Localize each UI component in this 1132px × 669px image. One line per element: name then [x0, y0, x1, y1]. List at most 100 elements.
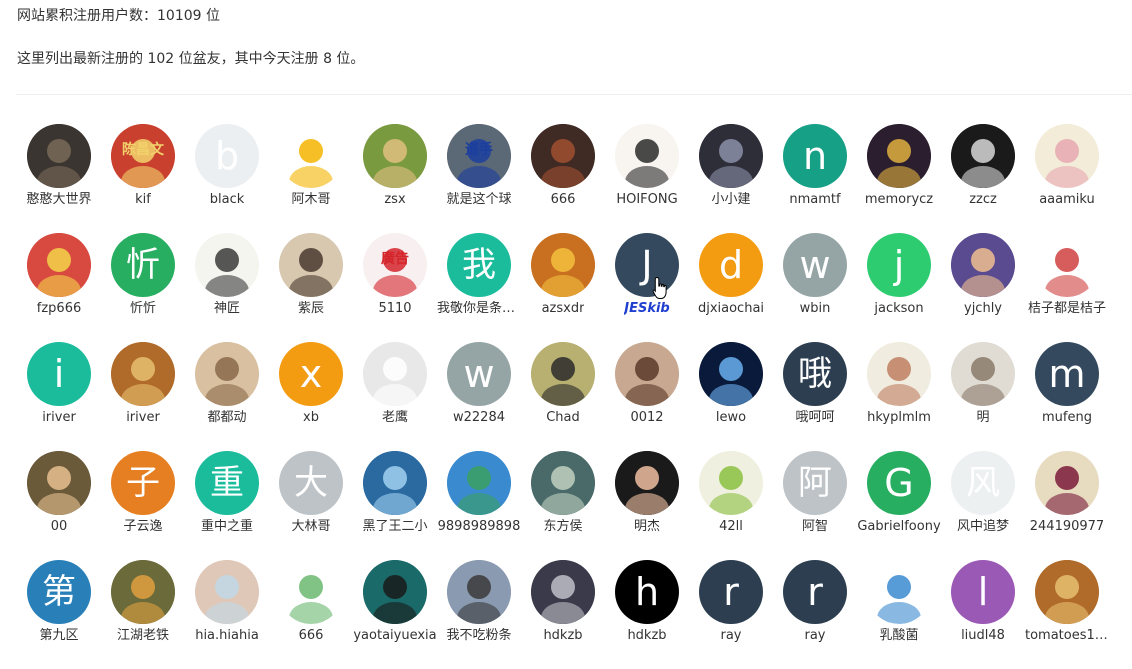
user-card[interactable]: tomatoes1234 — [1025, 560, 1109, 669]
user-avatar[interactable] — [951, 342, 1015, 406]
user-card[interactable]: 哦哦呵呵 — [773, 342, 857, 451]
user-card[interactable]: 神匠 — [185, 233, 269, 342]
user-avatar[interactable]: G — [867, 451, 931, 515]
user-card[interactable]: 廣告 5110 — [353, 233, 437, 342]
user-name[interactable]: HOIFONG — [616, 192, 677, 208]
user-avatar[interactable] — [279, 124, 343, 188]
user-card[interactable]: 阿木哥 — [269, 124, 353, 233]
user-name[interactable]: 忻忻 — [130, 301, 156, 317]
user-card[interactable]: l liudl48 — [941, 560, 1025, 669]
user-avatar[interactable] — [531, 560, 595, 624]
user-name[interactable]: 00 — [51, 519, 68, 535]
user-avatar[interactable] — [1035, 233, 1099, 297]
user-avatar[interactable]: r — [783, 560, 847, 624]
user-card[interactable]: azsxdr — [521, 233, 605, 342]
user-card[interactable]: hia.hiahia — [185, 560, 269, 669]
user-name[interactable]: 东方侯 — [543, 519, 582, 535]
user-card[interactable]: J JESkib — [605, 233, 689, 342]
user-card[interactable]: iriver — [101, 342, 185, 451]
user-card[interactable]: 陈昌文 kif — [101, 124, 185, 233]
user-card[interactable]: 明 — [941, 342, 1025, 451]
user-avatar[interactable] — [1035, 451, 1099, 515]
user-avatar[interactable]: 阿 — [783, 451, 847, 515]
user-avatar[interactable] — [615, 451, 679, 515]
user-avatar[interactable]: 哦 — [783, 342, 847, 406]
user-card[interactable]: 0012 — [605, 342, 689, 451]
user-avatar[interactable] — [951, 233, 1015, 297]
user-name[interactable]: 乳酸菌 — [879, 628, 918, 644]
user-avatar[interactable]: 廣告 — [363, 233, 427, 297]
user-name[interactable]: 0012 — [630, 410, 663, 426]
user-name[interactable]: 我敬你是条汉子 — [437, 301, 521, 317]
user-avatar[interactable] — [447, 451, 511, 515]
user-name[interactable]: zsx — [384, 192, 405, 208]
user-avatar[interactable] — [111, 560, 175, 624]
user-name[interactable]: 子云逸 — [123, 519, 162, 535]
user-avatar[interactable] — [363, 560, 427, 624]
user-name[interactable]: zzcz — [969, 192, 997, 208]
user-name[interactable]: 憨憨大世界 — [26, 192, 91, 208]
user-avatar[interactable] — [195, 233, 259, 297]
user-card[interactable]: 子子云逸 — [101, 451, 185, 560]
user-name[interactable]: yaotaiyuexia — [353, 628, 436, 644]
user-card[interactable]: hdkzb — [521, 560, 605, 669]
user-avatar[interactable] — [699, 451, 763, 515]
user-name[interactable]: Gabrielfoony — [857, 519, 940, 535]
user-name[interactable]: 第九区 — [39, 628, 78, 644]
user-card[interactable]: h hdkzb — [605, 560, 689, 669]
user-avatar[interactable]: l — [951, 560, 1015, 624]
user-name[interactable]: 都都动 — [207, 410, 246, 426]
user-avatar[interactable]: w — [447, 342, 511, 406]
user-card[interactable]: 黑了王二小 — [353, 451, 437, 560]
user-card[interactable]: 老鹰 — [353, 342, 437, 451]
user-name[interactable]: hdkzb — [543, 628, 582, 644]
user-card[interactable]: 重重中之重 — [185, 451, 269, 560]
user-card[interactable]: w wbin — [773, 233, 857, 342]
user-avatar[interactable]: w — [783, 233, 847, 297]
user-name[interactable]: 244190977 — [1030, 519, 1104, 535]
user-avatar[interactable]: 陈昌文 — [111, 124, 175, 188]
user-card[interactable]: b black — [185, 124, 269, 233]
user-name[interactable]: 小小建 — [711, 192, 750, 208]
user-avatar[interactable] — [867, 342, 931, 406]
user-avatar[interactable] — [867, 560, 931, 624]
user-card[interactable]: j jackson — [857, 233, 941, 342]
user-name[interactable]: 阿智 — [802, 519, 828, 535]
user-name[interactable]: kif — [135, 192, 151, 208]
user-avatar[interactable] — [531, 233, 595, 297]
user-avatar[interactable]: 忻 — [111, 233, 175, 297]
user-avatar[interactable]: 我 — [447, 233, 511, 297]
user-card[interactable]: 小小建 — [689, 124, 773, 233]
user-card[interactable]: n nmamtf — [773, 124, 857, 233]
user-card[interactable]: 666 — [269, 560, 353, 669]
user-avatar[interactable] — [531, 451, 595, 515]
user-name[interactable]: 哦呵呵 — [795, 410, 834, 426]
user-name[interactable]: nmamtf — [789, 192, 840, 208]
user-avatar[interactable]: m — [1035, 342, 1099, 406]
user-card[interactable]: 我不吃粉条 — [437, 560, 521, 669]
user-card[interactable]: zsx — [353, 124, 437, 233]
user-avatar[interactable]: b — [195, 124, 259, 188]
user-avatar[interactable] — [867, 124, 931, 188]
user-name[interactable]: Chad — [546, 410, 580, 426]
user-name[interactable]: ray — [804, 628, 825, 644]
user-name[interactable]: 老鹰 — [382, 410, 408, 426]
user-avatar[interactable]: 重 — [195, 451, 259, 515]
user-name[interactable]: 桔子都是桔子 — [1028, 301, 1106, 317]
user-avatar[interactable] — [699, 124, 763, 188]
user-avatar[interactable] — [447, 560, 511, 624]
user-card[interactable]: d djxiaochai — [689, 233, 773, 342]
user-avatar[interactable] — [615, 342, 679, 406]
user-name[interactable]: iriver — [126, 410, 160, 426]
user-avatar[interactable]: x — [279, 342, 343, 406]
user-avatar[interactable]: 风 — [951, 451, 1015, 515]
user-avatar[interactable] — [531, 342, 595, 406]
user-name[interactable]: JESkib — [624, 301, 670, 317]
user-name[interactable]: mufeng — [1042, 410, 1092, 426]
user-avatar[interactable] — [195, 560, 259, 624]
user-card[interactable]: 憨憨大世界 — [17, 124, 101, 233]
user-avatar[interactable]: 道手 — [447, 124, 511, 188]
user-card[interactable]: Chad — [521, 342, 605, 451]
user-card[interactable]: x xb — [269, 342, 353, 451]
user-card[interactable]: w w22284 — [437, 342, 521, 451]
